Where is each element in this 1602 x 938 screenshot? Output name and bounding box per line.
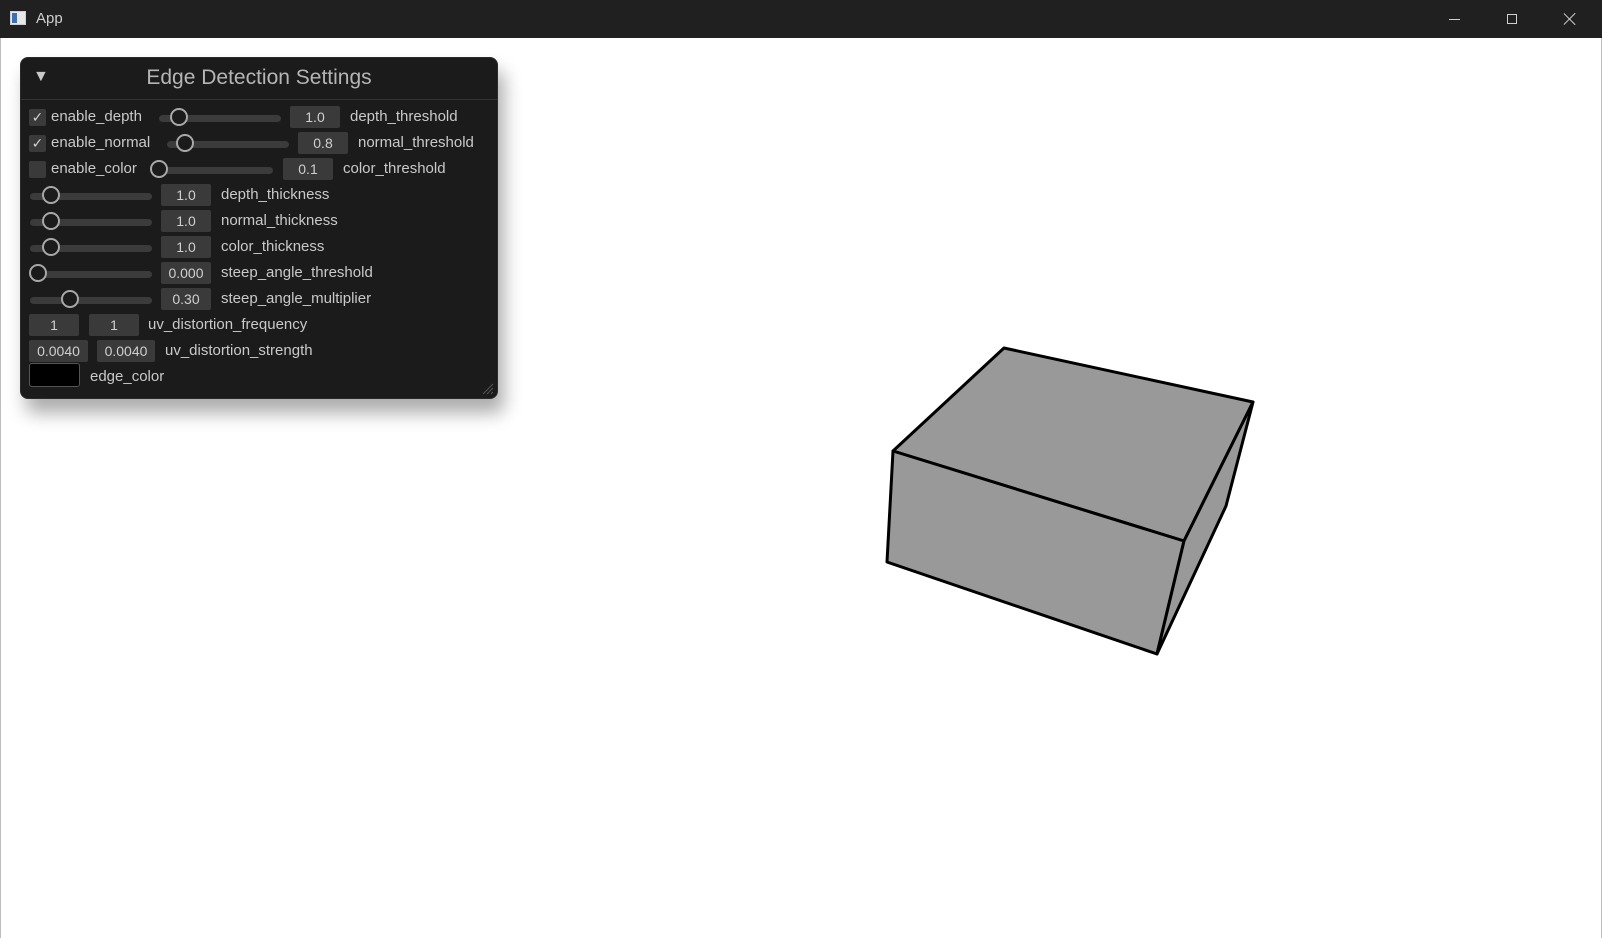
uv-distortion-frequency-label: uv_distortion_frequency	[148, 316, 308, 333]
row-normal-threshold: ✓ enable_normal 0.8 normal_threshold	[29, 132, 489, 156]
slider-knob[interactable]	[150, 160, 168, 178]
slider-knob[interactable]	[170, 108, 188, 126]
row-normal-thickness: 1.0 normal_thickness	[29, 210, 489, 234]
enable-color-label: enable_color	[51, 160, 137, 177]
normal-thickness-slider[interactable]	[30, 212, 152, 230]
minimize-icon	[1448, 18, 1460, 20]
steep-angle-multiplier-label: steep_angle_multiplier	[221, 290, 372, 307]
window-title: App	[36, 10, 63, 27]
uv-strength-x-input[interactable]: 0.0040	[29, 340, 88, 362]
steep-angle-multiplier-input[interactable]: 0.30	[161, 288, 211, 310]
depth-thickness-slider[interactable]	[30, 186, 152, 204]
edge-detection-settings-panel[interactable]: ▼ Edge Detection Settings ✓ enable_depth…	[20, 57, 498, 399]
row-edge-color: edge_color	[29, 363, 489, 390]
normal-thickness-input[interactable]: 1.0	[161, 210, 211, 232]
row-color-thickness: 1.0 color_thickness	[29, 236, 489, 260]
uv-strength-y-input[interactable]: 0.0040	[97, 340, 155, 362]
panel-title: Edge Detection Settings	[146, 66, 372, 89]
window-titlebar: App	[0, 0, 1602, 38]
slider-knob[interactable]	[42, 238, 60, 256]
enable-normal-checkbox[interactable]: ✓	[29, 135, 46, 152]
app-icon	[10, 11, 26, 25]
enable-depth-label: enable_depth	[51, 108, 142, 125]
color-thickness-slider[interactable]	[30, 238, 152, 256]
row-uv-distortion-strength: 0.0040 0.0040 uv_distortion_strength	[29, 340, 489, 364]
slider-knob[interactable]	[29, 264, 47, 282]
slider-knob[interactable]	[42, 186, 60, 204]
uv-frequency-x-input[interactable]: 1	[29, 314, 79, 336]
enable-normal-label: enable_normal	[51, 134, 151, 151]
slider-knob[interactable]	[61, 290, 79, 308]
box-mesh	[885, 346, 1255, 656]
steep-angle-threshold-input[interactable]: 0.000	[161, 262, 211, 284]
maximize-button[interactable]	[1483, 0, 1541, 38]
color-thickness-label: color_thickness	[221, 238, 325, 255]
enable-color-checkbox[interactable]	[29, 161, 46, 178]
normal-threshold-label: normal_threshold	[358, 134, 474, 151]
slider-knob[interactable]	[42, 212, 60, 230]
depth-thickness-label: depth_thickness	[221, 186, 330, 203]
depth-thickness-input[interactable]: 1.0	[161, 184, 211, 206]
slider-knob[interactable]	[176, 134, 194, 152]
close-icon	[1563, 12, 1577, 26]
uv-frequency-y-input[interactable]: 1	[89, 314, 139, 336]
panel-header[interactable]: ▼ Edge Detection Settings	[21, 58, 497, 100]
color-threshold-input[interactable]: 0.1	[283, 158, 333, 180]
normal-thickness-label: normal_thickness	[221, 212, 338, 229]
row-depth-threshold: ✓ enable_depth 1.0 depth_threshold	[29, 106, 489, 130]
color-threshold-slider[interactable]	[150, 160, 273, 178]
steep-angle-multiplier-slider[interactable]	[30, 290, 152, 308]
row-uv-distortion-frequency: 1 1 uv_distortion_frequency	[29, 314, 489, 338]
color-thickness-input[interactable]: 1.0	[161, 236, 211, 258]
depth-threshold-input[interactable]: 1.0	[290, 106, 340, 128]
maximize-icon	[1507, 14, 1517, 24]
minimize-button[interactable]	[1425, 0, 1483, 38]
row-steep-angle-threshold: 0.000 steep_angle_threshold	[29, 262, 489, 286]
uv-distortion-strength-label: uv_distortion_strength	[165, 342, 313, 359]
color-threshold-label: color_threshold	[343, 160, 446, 177]
depth-threshold-slider[interactable]	[159, 108, 281, 126]
depth-threshold-label: depth_threshold	[350, 108, 458, 125]
normal-threshold-slider[interactable]	[167, 134, 289, 152]
steep-angle-threshold-slider[interactable]	[29, 264, 152, 282]
resize-grip-icon[interactable]	[482, 383, 494, 395]
edge-color-label: edge_color	[90, 368, 165, 385]
steep-angle-threshold-label: steep_angle_threshold	[221, 264, 373, 281]
normal-threshold-input[interactable]: 0.8	[298, 132, 348, 154]
row-depth-thickness: 1.0 depth_thickness	[29, 184, 489, 208]
close-button[interactable]	[1541, 0, 1599, 38]
row-color-threshold: enable_color 0.1 color_threshold	[29, 158, 489, 182]
enable-depth-checkbox[interactable]: ✓	[29, 109, 46, 126]
edge-color-swatch[interactable]	[29, 363, 80, 387]
row-steep-angle-multiplier: 0.30 steep_angle_multiplier	[29, 288, 489, 312]
